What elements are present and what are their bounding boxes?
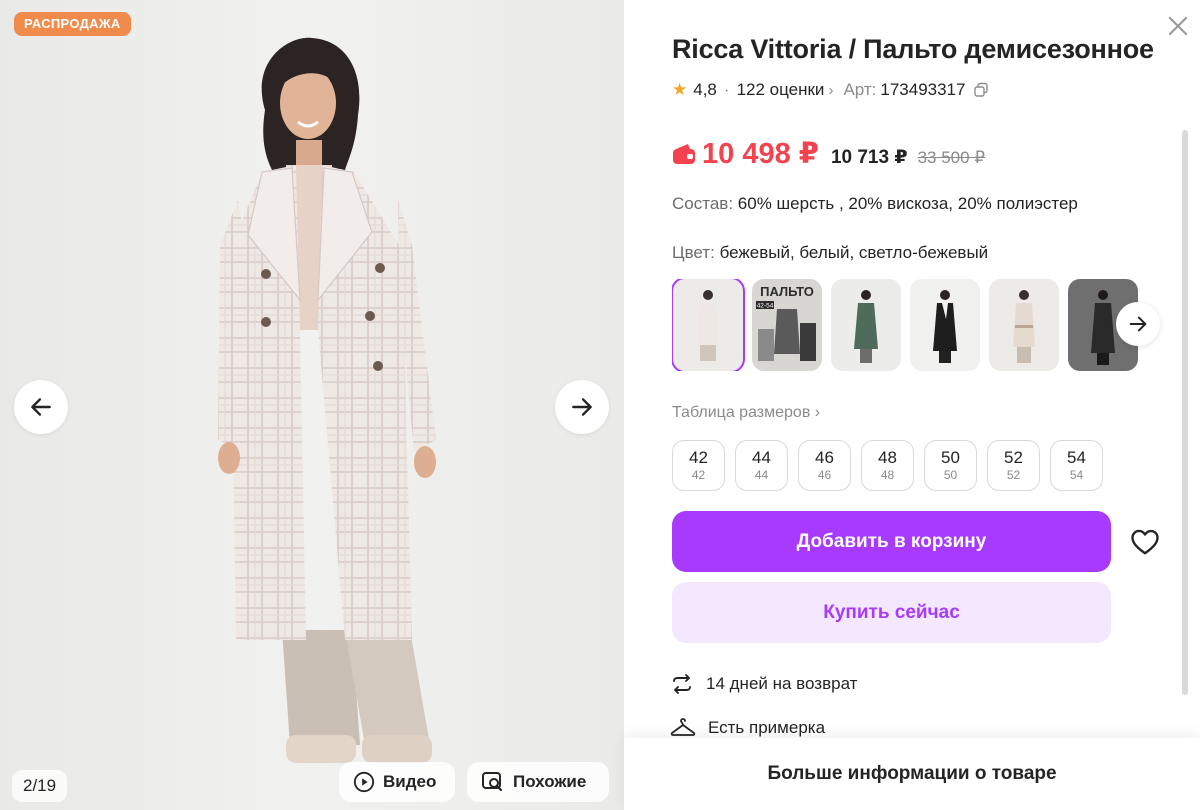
wallet-icon <box>672 143 696 165</box>
size-ru: 48 <box>880 468 895 482</box>
size-option[interactable]: 46 46 <box>798 440 851 491</box>
article-label: Арт: <box>843 80 877 99</box>
price-without-wallet: 10 713 ₽ <box>830 147 908 168</box>
size-main: 54 <box>1067 448 1086 467</box>
size-option[interactable]: 50 50 <box>924 440 977 491</box>
size-ru: 54 <box>1069 468 1084 482</box>
size-main: 48 <box>878 448 897 467</box>
size-selector: 42 42 44 44 46 46 48 48 50 50 52 52 54 54 <box>672 440 1103 491</box>
search-image-icon <box>482 772 503 792</box>
price-row: 10 498 ₽ 10 713 ₽ 33 500 ₽ <box>672 136 985 171</box>
arrow-right-icon <box>1129 316 1147 332</box>
size-table-label: Таблица размеров <box>672 404 811 421</box>
copy-icon[interactable] <box>973 82 989 98</box>
size-table-link[interactable]: Таблица размеров › <box>672 404 820 422</box>
chevron-right-icon: › <box>814 404 821 421</box>
video-button[interactable]: Видео <box>339 762 455 802</box>
color-value: бежевый, белый, светло-бежевый <box>719 243 989 262</box>
thumb-sizes: 42-54 <box>757 303 774 310</box>
size-ru: 42 <box>691 468 706 482</box>
product-title: Ricca Vittoria / Пальто демисезонное <box>672 34 1154 64</box>
thumb-text: ПАЛЬТО <box>760 284 814 299</box>
color-variant-green[interactable] <box>831 279 901 371</box>
fitting-info: Есть примерка <box>670 716 825 740</box>
similar-button[interactable]: Похожие <box>467 762 609 802</box>
size-ru: 50 <box>943 468 958 482</box>
article-number: 173493317 <box>880 80 966 99</box>
size-ru: 52 <box>1006 468 1021 482</box>
panel-scrollbar[interactable] <box>1182 130 1188 695</box>
arrow-right-icon <box>572 398 592 416</box>
meta-separator: · <box>723 80 730 99</box>
hanger-icon <box>670 718 696 736</box>
size-main: 52 <box>1004 448 1023 467</box>
size-option[interactable]: 54 54 <box>1050 440 1103 491</box>
product-info-panel: Ricca Vittoria / Пальто демисезонное ★ 4… <box>624 0 1200 810</box>
reviews-link[interactable]: 122 оценки <box>737 80 825 100</box>
color-variant-beige[interactable] <box>672 279 745 371</box>
size-main: 44 <box>752 448 771 467</box>
return-label: 14 дней на возврат <box>706 674 858 693</box>
buy-now-button[interactable]: Купить сейчас <box>672 582 1111 643</box>
size-main: 42 <box>689 448 708 467</box>
composition-value: 60% шерсть , 20% вискоза, 20% полиэстер <box>737 194 1078 213</box>
size-option[interactable]: 42 42 <box>672 440 725 491</box>
composition-label: Состав: <box>672 194 734 213</box>
arrow-left-icon <box>31 398 51 416</box>
rating-value: 4,8 <box>693 80 717 99</box>
product-gallery[interactable]: РАСПРОДАЖА 2/19 Видео Похожие <box>0 0 624 810</box>
chevron-right-icon: › <box>828 81 834 99</box>
gallery-next-button[interactable] <box>555 380 609 434</box>
composition: Состав: 60% шерсть , 20% вискоза, 20% по… <box>672 194 1078 214</box>
size-main: 50 <box>941 448 960 467</box>
size-ru: 44 <box>754 468 769 482</box>
gallery-prev-button[interactable] <box>14 380 68 434</box>
size-ru: 46 <box>817 468 832 482</box>
current-price: 10 498 ₽ <box>702 138 819 170</box>
color-variant-light-beige[interactable] <box>989 279 1059 371</box>
close-icon <box>1168 16 1188 36</box>
color-variant-black[interactable] <box>910 279 980 371</box>
product-photo <box>218 37 436 763</box>
sale-badge: РАСПРОДАЖА <box>14 12 131 36</box>
image-counter: 2/19 <box>12 770 68 802</box>
size-option[interactable]: 52 52 <box>987 440 1040 491</box>
fitting-label: Есть примерка <box>708 718 826 737</box>
star-icon: ★ <box>672 80 688 99</box>
colors-next-button[interactable] <box>1116 302 1160 346</box>
color-variant-black-white[interactable]: ПАЛЬТО 42-54 <box>752 279 822 371</box>
similar-button-label: Похожие <box>513 772 587 791</box>
color-variants: ПАЛЬТО 42-54 <box>672 279 1152 371</box>
play-icon <box>353 771 375 793</box>
more-info-button[interactable]: Больше информации о товаре <box>624 738 1200 810</box>
color-label: Цвет: <box>672 243 715 262</box>
size-option[interactable]: 48 48 <box>861 440 914 491</box>
return-info: 14 дней на возврат <box>670 672 857 696</box>
product-meta: ★ 4,8 · 122 оценки › Арт: 173493317 <box>672 80 989 100</box>
favorite-button[interactable] <box>1129 526 1161 558</box>
size-main: 46 <box>815 448 834 467</box>
close-button[interactable] <box>1164 12 1192 40</box>
add-to-cart-button[interactable]: Добавить в корзину <box>672 511 1111 572</box>
color-info: Цвет: бежевый, белый, светло-бежевый <box>672 243 988 263</box>
refresh-icon <box>673 674 691 694</box>
heart-icon <box>1131 529 1159 555</box>
video-button-label: Видео <box>383 772 437 791</box>
size-option[interactable]: 44 44 <box>735 440 788 491</box>
old-price: 33 500 ₽ <box>917 148 986 167</box>
